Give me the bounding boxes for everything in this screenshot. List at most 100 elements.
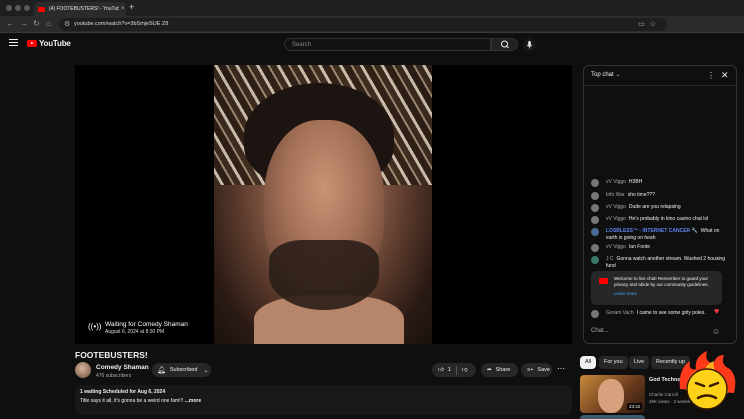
- video-player[interactable]: ((•)) Waiting for Comedy Shaman August 6…: [75, 65, 572, 344]
- subscribed-label: Subscribed: [169, 367, 198, 373]
- bell-icon: 🔔︎: [157, 367, 166, 374]
- new-tab-button[interactable]: +: [129, 2, 134, 12]
- channel-name[interactable]: Comedy Shaman: [96, 364, 149, 371]
- chat-text: sho time???: [627, 192, 655, 198]
- chat-text: Gonna watch another stream. Washed 2 hou…: [606, 256, 725, 269]
- chat-message: Info War sho time???: [591, 192, 731, 200]
- more-actions-icon[interactable]: ⋯: [557, 364, 565, 373]
- chat-message: vV Viggo Dude are you relapsing: [591, 204, 731, 212]
- chat-message: vV Viggo He's probably in kino casino cha…: [591, 216, 731, 224]
- playlist-add-icon: ≡+: [527, 367, 534, 373]
- save-button[interactable]: ≡+ Save: [521, 363, 552, 377]
- video-frame: [214, 65, 432, 344]
- chat-text: Dude are you relapsing: [628, 204, 681, 210]
- chat-author[interactable]: vV Viggo: [606, 179, 626, 185]
- address-bar[interactable]: ⚙ youtube.com/watch?v=3bSmjeSUE Z8 ▭☆: [59, 18, 667, 31]
- site-info-icon[interactable]: ⚙: [64, 20, 70, 28]
- forward-arrow-icon[interactable]: →: [20, 19, 28, 28]
- welcome-text: Welcome to live chat! Remember to guard …: [614, 276, 709, 287]
- youtube-logo-icon: [599, 278, 608, 284]
- tab-close-icon[interactable]: ×: [121, 6, 125, 12]
- description-box[interactable]: 1 waiting Scheduled for Aug 6, 2024 Titl…: [75, 385, 572, 415]
- chat-message: J C Gonna watch another stream. Washed 2 …: [591, 256, 731, 270]
- recommendation-thumbnail[interactable]: [580, 415, 645, 419]
- browser-toolbar: ← → ↻ ⌂ ⚙ youtube.com/watch?v=3bSmjeSUE …: [0, 16, 744, 44]
- chat-more-icon[interactable]: ⋮: [707, 71, 715, 80]
- thumbnail-face: [598, 379, 624, 413]
- chat-welcome-banner: Welcome to live chat! Remember to guard …: [591, 271, 722, 305]
- description-meta: 1 waiting Scheduled for Aug 6, 2024: [80, 389, 166, 395]
- chat-mode-label: Top chat: [591, 72, 614, 78]
- chat-author[interactable]: Info War: [606, 192, 625, 198]
- chat-mode-dropdown[interactable]: Top chat ⌄: [591, 72, 620, 78]
- window-zoom-dot[interactable]: [24, 5, 30, 11]
- description-more-link[interactable]: ...more: [185, 398, 201, 404]
- emoji-icon[interactable]: ☺: [712, 327, 720, 336]
- live-broadcast-icon: ((•)): [88, 322, 102, 331]
- tab-title: (4) FOOTEBUSTERS! - YouTube: [49, 6, 119, 12]
- description-text: Title says it all, it's gonna be a weird…: [80, 398, 567, 404]
- like-count: 1: [447, 367, 451, 373]
- avatar: [591, 310, 599, 318]
- voice-search-button[interactable]: [523, 38, 536, 51]
- chat-text: H3BH: [628, 179, 643, 185]
- youtube-logo-icon[interactable]: [27, 40, 37, 47]
- like-dislike-group[interactable]: 👍︎ 1 👎︎: [432, 363, 476, 377]
- cast-icon[interactable]: ▭: [638, 21, 650, 28]
- browser-tab-bar: (4) FOOTEBUSTERS! - YouTube × +: [0, 0, 744, 16]
- live-chat-panel: Top chat ⌄ ⋮ ✕ vV Viggo H3BH Info War sho t…: [583, 65, 737, 344]
- chip-for-you[interactable]: For you: [599, 356, 628, 369]
- home-icon[interactable]: ⌂: [46, 19, 51, 28]
- chat-header: Top chat ⌄ ⋮ ✕: [584, 66, 736, 86]
- avatar: [591, 244, 599, 252]
- youtube-logo-text[interactable]: YouTube: [39, 39, 71, 48]
- back-arrow-icon[interactable]: ←: [6, 19, 14, 28]
- reload-icon[interactable]: ↻: [33, 19, 40, 28]
- like-divider: [455, 365, 457, 375]
- avatar: [591, 216, 599, 224]
- thumbs-down-icon[interactable]: 👎︎: [462, 367, 468, 373]
- address-url[interactable]: youtube.com/watch?v=3bSmjeSUE Z8: [74, 21, 168, 27]
- avatar: [591, 179, 599, 187]
- chat-author[interactable]: LOSBLESS™ - INTERNET CANCER 🔧: [606, 228, 698, 234]
- chat-author[interactable]: vV Viggo: [606, 244, 626, 250]
- chat-text: He's probably in kino casino chat lol: [628, 216, 709, 222]
- subscribed-button[interactable]: 🔔︎ Subscribed ⌄: [152, 363, 211, 377]
- thumbs-up-icon[interactable]: 👍︎: [438, 367, 444, 373]
- chat-author[interactable]: vV Viggo: [606, 204, 626, 210]
- video-duration: 23:42: [627, 403, 643, 410]
- chat-author[interactable]: J C: [606, 256, 614, 262]
- window-close-dot[interactable]: [6, 5, 12, 11]
- search-input[interactable]: Search: [284, 38, 491, 51]
- youtube-favicon-icon: [38, 6, 45, 12]
- chip-live[interactable]: Live: [629, 356, 650, 369]
- chip-all[interactable]: All: [580, 356, 597, 369]
- browser-tab[interactable]: (4) FOOTEBUSTERS! - YouTube ×: [34, 2, 126, 16]
- search-icon: [501, 40, 509, 49]
- window-minimize-dot[interactable]: [15, 5, 21, 11]
- chat-close-icon[interactable]: ✕: [721, 70, 729, 81]
- waiting-date: August 6, 2024 at 8:30 PM: [105, 329, 165, 335]
- avatar: [591, 192, 599, 200]
- avatar: [591, 204, 599, 212]
- chat-author[interactable]: vV Viggo: [606, 216, 626, 222]
- beard-shape: [269, 240, 379, 310]
- channel-avatar[interactable]: [75, 362, 91, 378]
- waiting-title: Waiting for Comedy Shaman: [105, 321, 188, 328]
- chat-author[interactable]: Goram Vach: [606, 310, 634, 316]
- learn-more-link[interactable]: Learn more: [614, 291, 717, 297]
- video-title: FOOTEBUSTERS!: [75, 350, 148, 360]
- chevron-down-icon: ⌄: [203, 367, 209, 374]
- chat-message: vV Viggo H3BH: [591, 179, 731, 187]
- subscriber-count: 476 subscribers: [96, 373, 132, 379]
- menu-hamburger-icon[interactable]: [9, 39, 18, 48]
- chevron-down-icon: ⌄: [615, 72, 620, 78]
- search-button[interactable]: [491, 38, 518, 51]
- omnibox-actions: ▭☆: [638, 20, 661, 28]
- chat-message: LOSBLESS™ - INTERNET CANCER 🔧 What on ear…: [591, 228, 731, 242]
- bookmark-star-icon[interactable]: ☆: [650, 21, 661, 28]
- save-label: Save: [537, 367, 550, 373]
- share-button[interactable]: ➦ Share: [481, 363, 518, 377]
- flaming-emoji-sticker: [679, 351, 736, 410]
- chat-input[interactable]: Chat...: [591, 328, 609, 334]
